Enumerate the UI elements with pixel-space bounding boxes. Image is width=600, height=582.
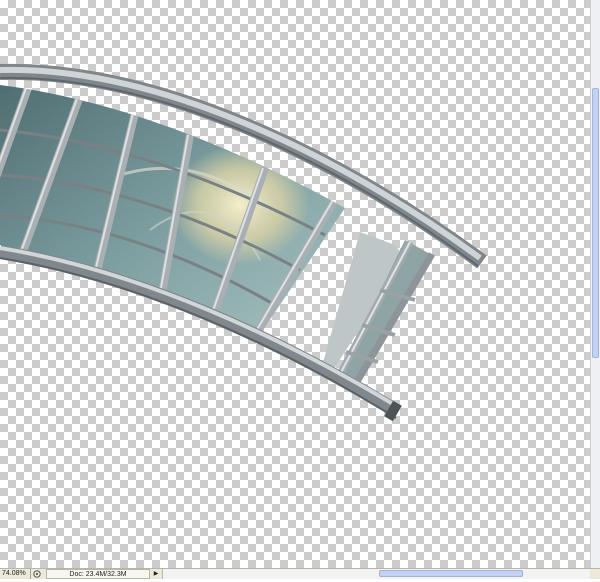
- horizontal-scroll-thumb[interactable]: [379, 570, 523, 577]
- document-canvas[interactable]: [0, 0, 590, 568]
- status-bar: 74.08% Doc: 23.4M/32.3M ▶: [0, 568, 600, 579]
- roof-artwork: [0, 63, 487, 422]
- scrollbar-corner: [590, 569, 600, 579]
- vertical-scrollbar[interactable]: [590, 0, 600, 568]
- status-info-icon[interactable]: [32, 569, 42, 579]
- horizontal-scrollbar[interactable]: [162, 569, 591, 579]
- open-frame-section: [322, 232, 436, 387]
- triangle-right-icon[interactable]: ▶: [152, 569, 160, 579]
- zoom-level-field[interactable]: 74.08%: [2, 569, 31, 579]
- vertical-scroll-thumb[interactable]: [592, 88, 599, 358]
- document-size-info: Doc: 23.4M/32.3M: [46, 569, 150, 579]
